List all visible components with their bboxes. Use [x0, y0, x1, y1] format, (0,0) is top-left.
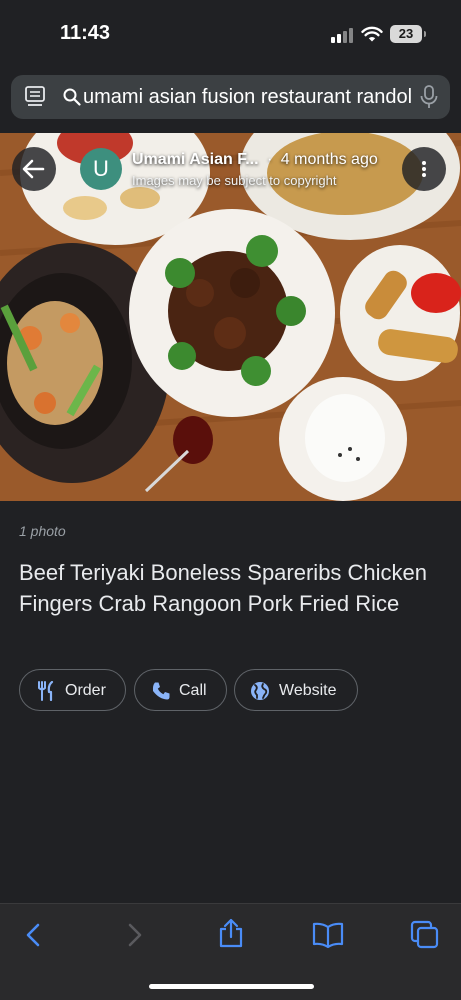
order-button[interactable]: Order: [19, 669, 126, 711]
battery-indicator: 23: [390, 25, 426, 43]
search-bar[interactable]: umami asian fusion restaurant randol: [11, 75, 450, 119]
wifi-icon: [361, 26, 383, 42]
chevron-right-icon[interactable]: [122, 921, 146, 949]
order-label: Order: [65, 682, 106, 699]
search-icon: [63, 88, 81, 106]
book-icon[interactable]: [312, 921, 344, 949]
home-indicator: [149, 984, 314, 989]
tabs-overview-icon[interactable]: [410, 920, 440, 950]
mic-icon[interactable]: [419, 85, 439, 109]
globe-icon: [251, 682, 269, 700]
more-options-button[interactable]: [402, 147, 446, 191]
photo-count: 1 photo: [19, 523, 66, 539]
call-button[interactable]: Call: [134, 669, 227, 711]
image-age: 4 months ago: [280, 151, 378, 168]
tabs-icon[interactable]: [25, 86, 45, 108]
title-separator: ·: [267, 151, 273, 168]
share-icon[interactable]: [217, 917, 245, 949]
source-title-line[interactable]: Umami Asian F... · 4 months ago: [132, 151, 402, 169]
source-name[interactable]: Umami Asian F...: [132, 151, 259, 168]
call-label: Call: [179, 682, 207, 699]
source-avatar[interactable]: U: [80, 148, 122, 190]
status-bar: 11:43 23: [0, 0, 461, 68]
back-arrow-icon: [22, 159, 45, 179]
chevron-left-icon[interactable]: [22, 921, 46, 949]
phone-icon: [152, 682, 170, 700]
copyright-note: Images may be subject to copyright: [132, 173, 337, 188]
fork-knife-icon: [38, 681, 54, 701]
website-button[interactable]: Website: [234, 669, 358, 711]
website-label: Website: [279, 682, 337, 699]
cellular-signal-icon: [331, 27, 353, 43]
food-photo[interactable]: [0, 133, 461, 501]
status-time: 11:43: [60, 22, 111, 44]
back-button[interactable]: [12, 147, 56, 191]
photo-description: Beef Teriyaki Boneless Spareribs Chicken…: [19, 560, 428, 616]
search-input[interactable]: umami asian fusion restaurant randol: [83, 86, 418, 109]
